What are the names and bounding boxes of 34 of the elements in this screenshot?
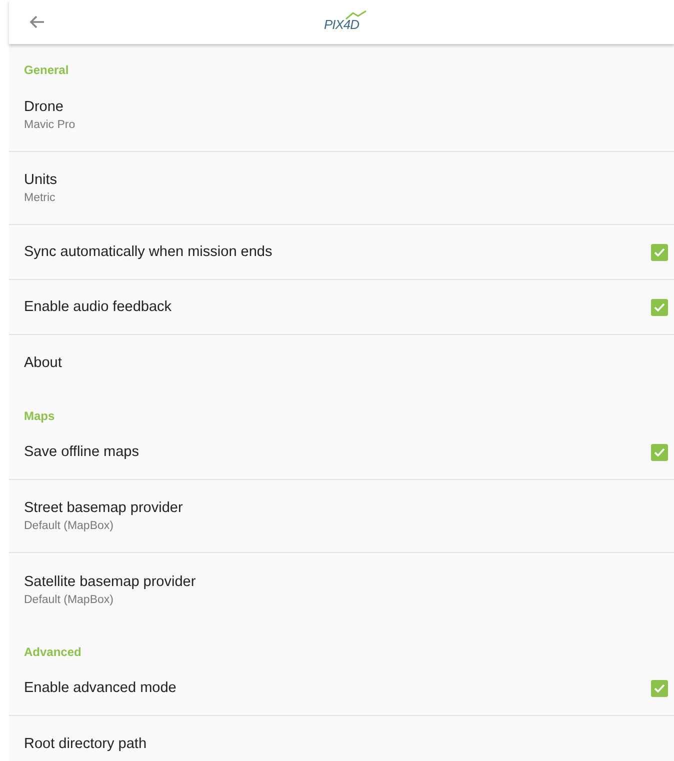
settings-item[interactable]: Satellite basemap provider Default (MapBox) <box>9 553 674 626</box>
checkbox[interactable] <box>651 298 668 316</box>
item-title: Units <box>24 172 58 188</box>
item-value: Default (MapBox) <box>24 520 114 532</box>
settings-item[interactable]: Sync automatically when mission ends <box>9 225 674 280</box>
item-title: Satellite basemap provider <box>24 574 196 590</box>
settings-item[interactable]: Units Metric <box>9 152 674 225</box>
back-arrow-icon[interactable] <box>29 15 45 29</box>
item-title: About <box>24 354 62 370</box>
item-title: Enable advanced mode <box>24 680 176 696</box>
settings-item[interactable]: Enable audio feedback <box>9 280 674 335</box>
settings-item[interactable]: Drone Mavic Pro <box>9 79 674 152</box>
section-header: General <box>24 63 69 77</box>
item-title: Save offline maps <box>24 444 139 460</box>
item-title: Root directory path <box>24 736 147 752</box>
section-header: Advanced <box>24 645 82 659</box>
item-value: Default (MapBox) <box>24 594 114 606</box>
item-value: Mavic Pro <box>24 119 76 131</box>
settings-item[interactable]: Root directory path <box>9 716 674 761</box>
logo-text: PIX4D <box>324 16 360 32</box>
item-value: Metric <box>24 192 56 204</box>
item-title: Drone <box>24 99 64 115</box>
checkbox[interactable] <box>651 244 668 260</box>
checkbox[interactable] <box>651 680 668 696</box>
item-title: Street basemap provider <box>24 500 183 516</box>
item-title: Sync automatically when mission ends <box>24 244 272 260</box>
settings-item[interactable]: Street basemap provider Default (MapBox) <box>9 480 674 553</box>
checkbox[interactable] <box>651 444 668 460</box>
logo-swoosh-icon <box>345 10 368 20</box>
settings-item[interactable]: About <box>9 335 674 390</box>
settings-item[interactable]: Enable advanced mode <box>9 661 674 716</box>
settings-item[interactable]: Save offline maps <box>9 425 674 480</box>
item-title: Enable audio feedback <box>24 299 172 315</box>
section-header: Maps <box>24 409 55 423</box>
